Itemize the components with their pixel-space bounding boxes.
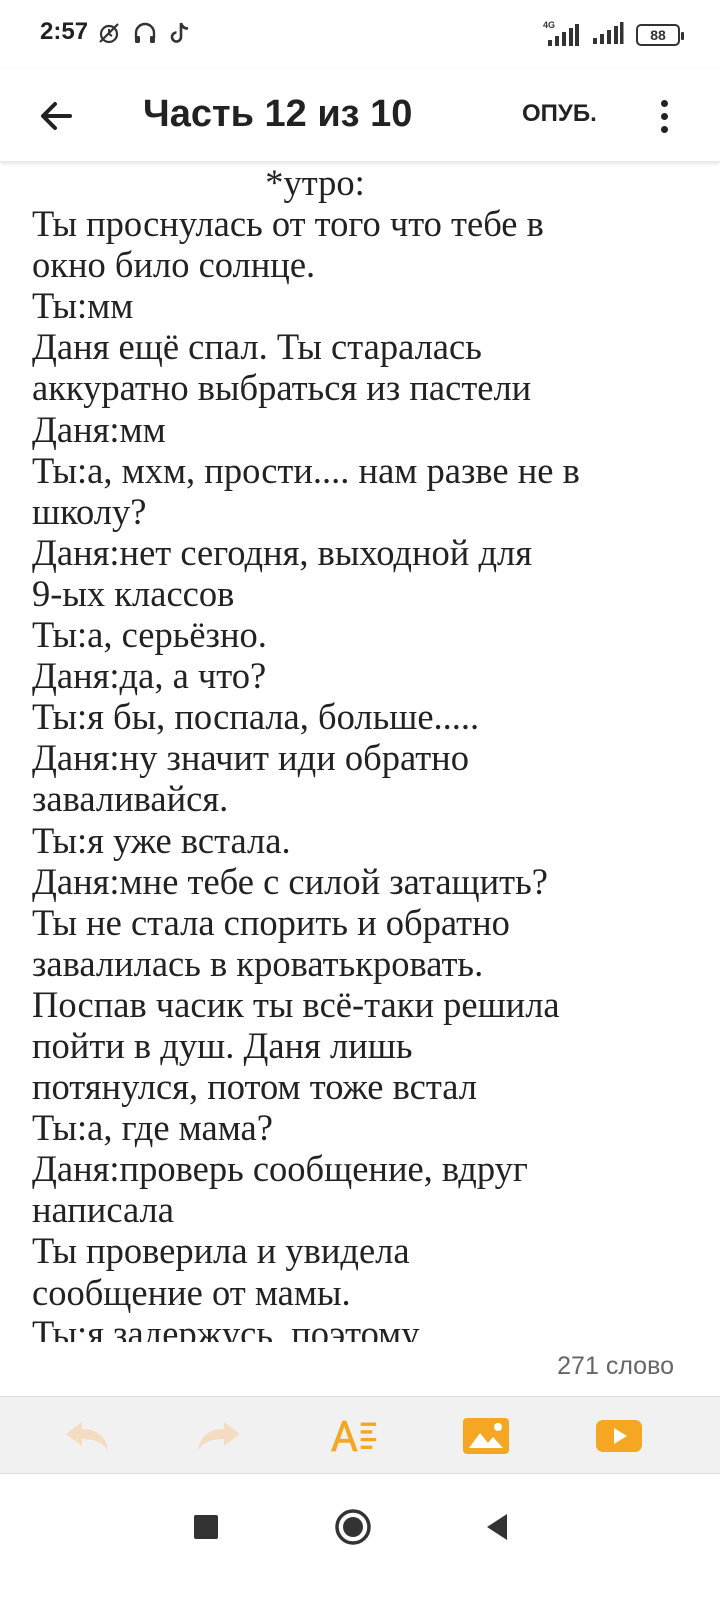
editor-line: окно било солнце.	[32, 244, 316, 286]
editor-line: Ты проверила и увидела	[32, 1230, 410, 1272]
editor-line: потянулся, потом тоже встал	[32, 1066, 477, 1108]
editor-line: Даня:нет сегодня, выходной для	[32, 531, 533, 573]
app-toolbar: Часть 12 из 10 ОПУБ.	[0, 70, 720, 162]
editor-line: Даня:проверь сообщение, вдруг	[32, 1148, 528, 1190]
editor-line: Ты:я бы, поспала, больше.....	[32, 696, 480, 738]
editor-toolbar	[0, 1396, 720, 1474]
editor-line: аккуратно выбраться из пастели	[32, 367, 532, 409]
back-nav-button[interactable]	[472, 1502, 522, 1552]
recents-button[interactable]	[181, 1502, 231, 1552]
editor-line: Ты:а, серьёзно.	[32, 614, 267, 656]
status-icons-left	[96, 20, 192, 50]
system-navigation-bar	[0, 1474, 720, 1600]
editor-line: написала	[32, 1189, 174, 1231]
editor-line: Ты:мм	[32, 285, 134, 327]
editor-line: сообщение от мамы.	[32, 1271, 351, 1313]
editor-line: Ты:а, где мама?	[32, 1107, 273, 1149]
screen: 2:57 4G 88 Часть 12 из 10 ОПУБ. *утро: Т…	[0, 0, 720, 1600]
status-time: 2:57	[40, 18, 89, 45]
battery-icon: 88	[636, 24, 684, 46]
editor-line: Ты:я задержусь, поэтому	[32, 1312, 420, 1342]
undo-icon	[66, 1422, 108, 1450]
tiktok-icon	[168, 20, 192, 51]
arrow-back-icon	[41, 102, 72, 130]
word-count: 271 слово	[557, 1352, 674, 1380]
editor-line: Ты:а, мхм, прости.... нам разве не в	[32, 449, 580, 491]
more-options-icon[interactable]	[650, 90, 678, 142]
editor-line: Даня:да, а что?	[32, 655, 267, 697]
insert-image-button[interactable]	[461, 1411, 511, 1461]
editor-line: школу?	[32, 490, 147, 532]
text-format-icon	[330, 1420, 377, 1452]
publish-button[interactable]: ОПУБ.	[522, 96, 597, 132]
undo-button[interactable]	[62, 1411, 112, 1461]
editor-line: завалилась в кроватькровать.	[32, 942, 484, 984]
insert-video-button[interactable]	[594, 1411, 644, 1461]
editor-line: Даня:мне тебе с силой затащить?	[32, 860, 548, 902]
battery-level: 88	[650, 27, 666, 43]
editor-line: Ты проснулась от того что тебе в	[32, 203, 544, 245]
editor-line: Даня:ну значит иди обратно	[32, 737, 469, 779]
back-button[interactable]	[30, 90, 82, 142]
editor-line: Ты не стала спорить и обратно	[32, 901, 510, 943]
editor-line: Поспав часик ты всё-таки решила	[32, 983, 560, 1025]
page-title: Часть 12 из 10	[143, 93, 413, 135]
text-format-button[interactable]	[328, 1411, 378, 1461]
editor-line: 9-ых классов	[32, 572, 235, 614]
alarm-off-icon	[96, 20, 122, 51]
back-triangle-icon	[487, 1514, 507, 1540]
editor-line: Даня:мм	[32, 408, 166, 450]
signal-icon	[592, 20, 624, 51]
headphones-icon	[132, 20, 158, 51]
editor-line: пойти в душ. Даня лишь	[32, 1024, 413, 1066]
signal-4g-icon: 4G	[542, 20, 580, 48]
editor-text[interactable]: *утро: Ты проснулась от того что тебе в …	[32, 162, 692, 1342]
editor-line: Даня ещё спал. Ты старалась	[32, 326, 482, 368]
home-button[interactable]	[328, 1502, 378, 1552]
editor-line: заваливайся.	[32, 778, 229, 820]
editor-line: Ты:я уже встала.	[32, 819, 291, 861]
editor-line: *утро:	[265, 162, 365, 203]
home-circle-icon	[335, 1509, 371, 1545]
redo-button[interactable]	[194, 1411, 244, 1461]
insert-image-icon	[463, 1418, 509, 1454]
redo-icon	[198, 1422, 240, 1450]
recents-square-icon	[194, 1515, 218, 1539]
text-editor[interactable]: *утро: Ты проснулась от того что тебе в …	[0, 162, 720, 1342]
insert-video-icon	[596, 1420, 642, 1452]
status-bar: 2:57 4G 88	[0, 0, 720, 70]
status-icons-right: 4G 88	[542, 20, 684, 51]
